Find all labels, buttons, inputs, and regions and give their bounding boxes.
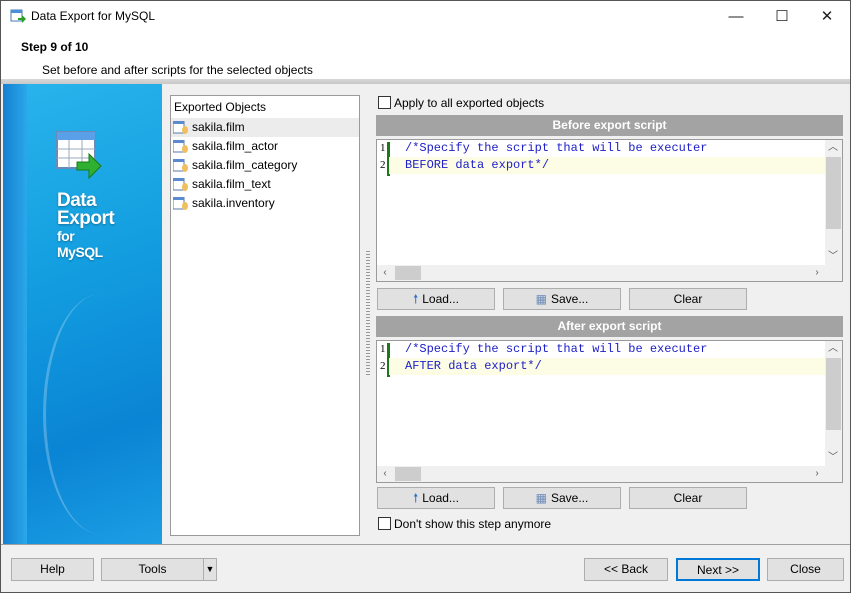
horizontal-scrollbar[interactable]: ‹ › [377,265,842,281]
save-grid-icon: ▦ [535,491,547,505]
table-icon [173,121,188,134]
app-icon [10,9,26,23]
before-save-button[interactable]: ▦ Save... [503,288,621,310]
window-title: Data Export for MySQL [31,9,156,23]
after-clear-button[interactable]: Clear [629,487,747,509]
splitter-handle[interactable] [366,251,370,376]
wizard-header: Step 9 of 10 Set before and after script… [1,33,850,79]
help-button[interactable]: Help [11,558,94,581]
after-script-editor[interactable]: 12 /*Specify the script that will be exe… [376,340,843,483]
list-item[interactable]: sakila.film_text [171,175,359,194]
close-button[interactable]: Close [767,558,844,581]
table-icon [173,159,188,172]
before-script-editor[interactable]: 12 /*Specify the script that will be exe… [376,139,843,282]
step-label: Step 9 of 10 [21,40,89,54]
upload-arrow-icon: 🠕 [413,292,419,306]
list-item[interactable]: sakila.film_actor [171,137,359,156]
after-save-button[interactable]: ▦ Save... [503,487,621,509]
upload-arrow-icon: 🠕 [413,491,419,505]
before-script-header: Before export script [376,115,843,136]
minimize-button[interactable]: — [713,1,759,33]
apply-all-label: Apply to all exported objects [394,96,545,110]
product-banner: Data Export for MySQL [3,84,162,544]
code-line: AFTER data export*/ [389,358,825,375]
save-grid-icon: ▦ [535,292,547,306]
close-window-button[interactable]: ✕ [804,1,850,33]
before-load-button[interactable]: 🠕 Load... [377,288,495,310]
table-icon [173,140,188,153]
back-button[interactable]: << Back [584,558,668,581]
after-load-button[interactable]: 🠕 Load... [377,487,495,509]
dont-show-label: Don't show this step anymore [394,517,552,531]
maximize-button[interactable]: ☐ [759,1,805,33]
vertical-scrollbar[interactable]: ︿ ﹀ [825,341,842,466]
tools-button[interactable]: Tools [101,558,204,581]
next-button[interactable]: Next >> [676,558,760,581]
banner-text: Data Export for MySQL [57,190,115,260]
apply-all-checkbox[interactable] [378,96,391,109]
code-line: /*Specify the script that will be execut… [405,141,708,155]
vertical-scrollbar[interactable]: ︿ ﹀ [825,140,842,265]
before-clear-button[interactable]: Clear [629,288,747,310]
after-script-header: After export script [376,316,843,337]
exported-objects-list[interactable]: Exported Objects sakila.film sakila.film… [170,95,360,536]
footer-separator [1,544,850,545]
step-description: Set before and after scripts for the sel… [42,63,313,77]
list-item[interactable]: sakila.inventory [171,194,359,213]
list-item[interactable]: sakila.film_category [171,156,359,175]
table-icon [173,197,188,210]
list-header: Exported Objects [174,100,267,114]
export-table-icon [56,131,102,180]
tools-dropdown-icon[interactable]: ▼ [203,558,217,581]
code-line: /*Specify the script that will be execut… [405,342,708,356]
code-line: BEFORE data export*/ [389,157,825,174]
horizontal-scrollbar[interactable]: ‹ › [377,466,842,482]
table-icon [173,178,188,191]
dont-show-checkbox[interactable] [378,517,391,530]
list-item[interactable]: sakila.film [171,118,359,137]
title-bar: Data Export for MySQL — ☐ ✕ [1,1,850,33]
